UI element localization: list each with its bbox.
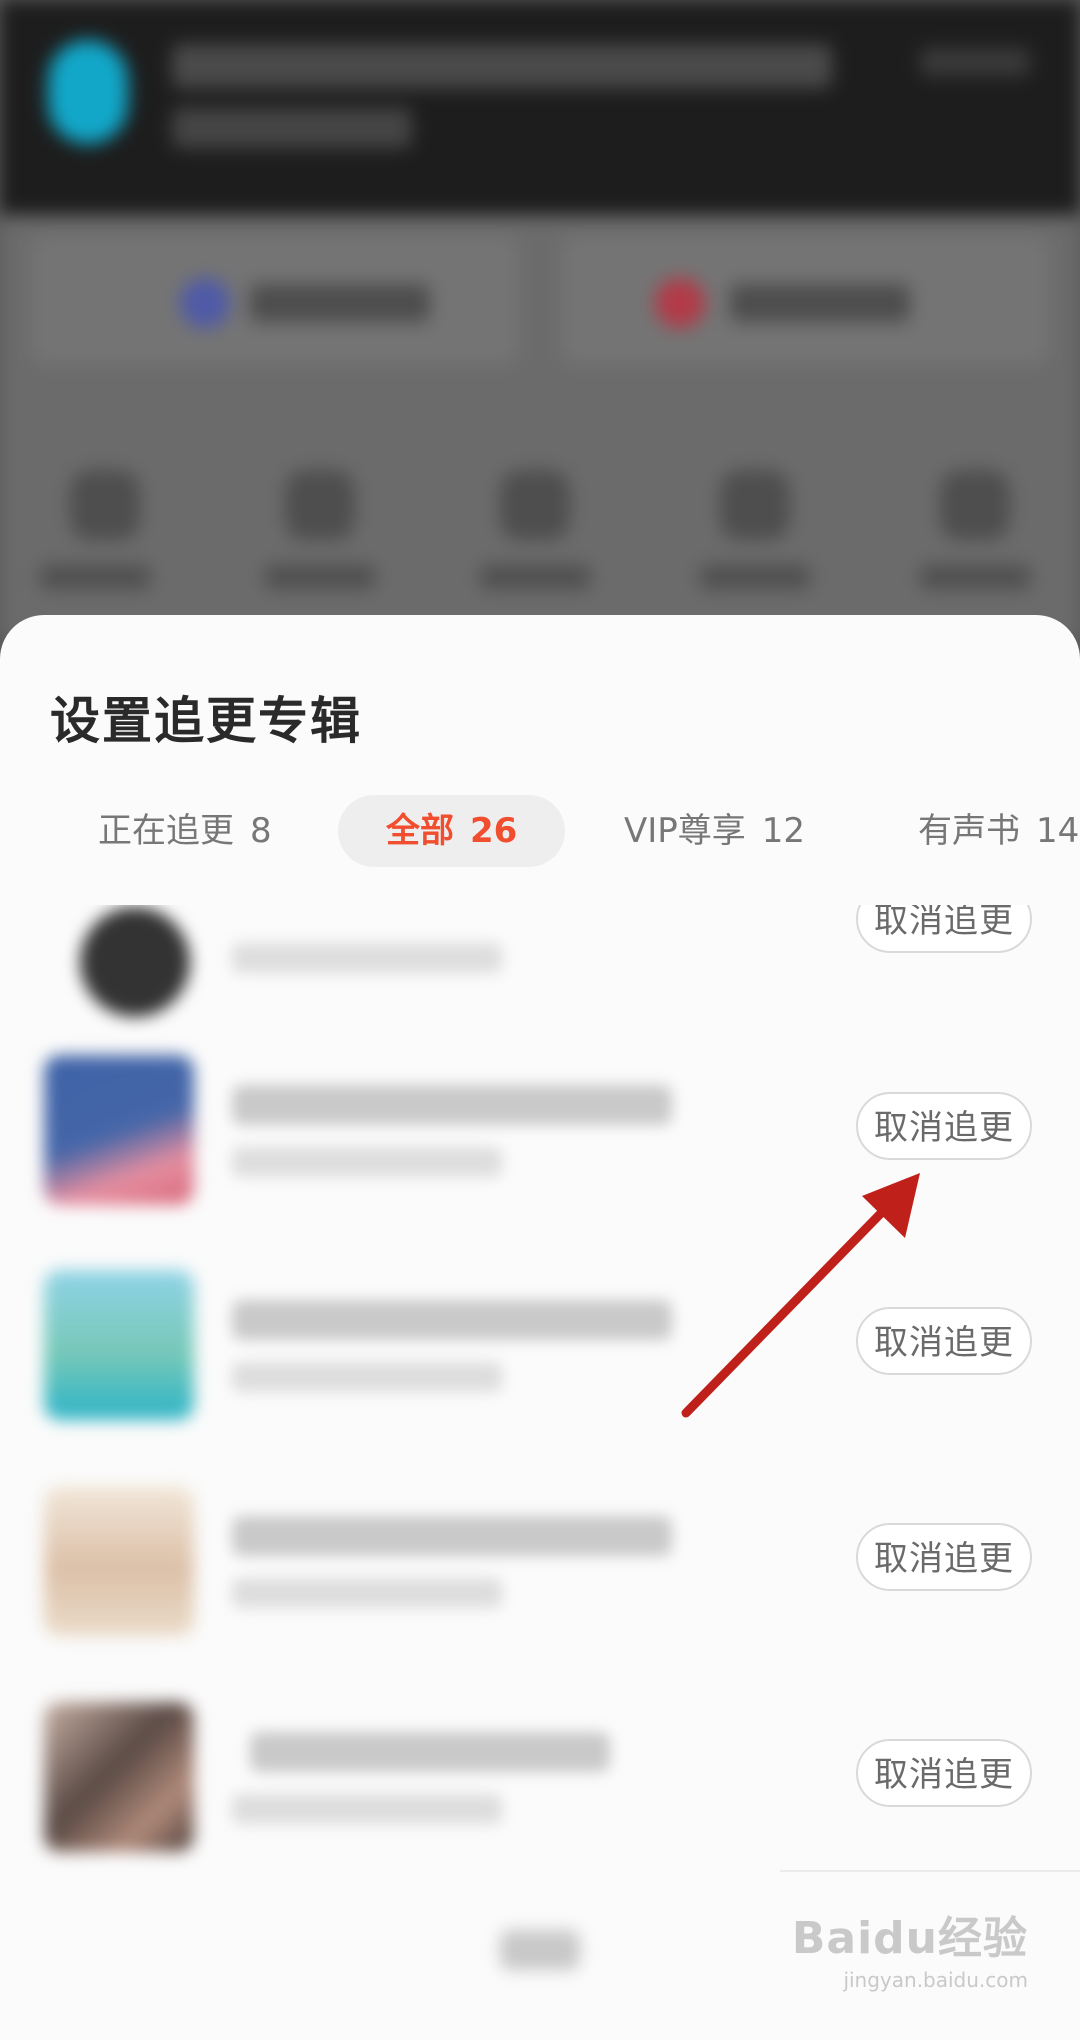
album-cover [44,1270,194,1420]
background-corner-text [920,48,1030,76]
background-menu-icon [500,470,570,540]
tab-count: 14 [1036,811,1080,851]
background-title [172,44,832,88]
background-header [0,0,1080,215]
album-cover [44,1055,194,1205]
album-meta [232,943,502,973]
album-meta [232,1794,502,1824]
album-cover [44,1486,194,1636]
list-item: 取消追更 [0,1035,1080,1251]
background-logo-icon [48,40,128,144]
album-title [250,1732,610,1772]
background-chip-icon [655,278,705,328]
list-item: 取消追更 [0,1250,1080,1466]
background-chip-label [730,284,910,322]
background-menu-label [480,565,590,589]
unfollow-button[interactable]: 取消追更 [856,1307,1032,1375]
filter-tabs: 正在追更 8 全部 26 VIP尊享 12 有声书 14 [0,795,1080,867]
tab-audiobook[interactable]: 有声书 14 [918,795,1079,867]
tab-label: VIP尊享 [624,811,746,851]
tab-count: 12 [761,811,806,851]
background-subtitle [172,108,412,148]
watermark-url: jingyan.baidu.com [843,1968,1028,1992]
tab-all[interactable]: 全部 26 [338,795,566,867]
unfollow-button[interactable]: 取消追更 [856,1739,1032,1807]
background-app [0,0,1080,640]
tab-label: 正在追更 [98,811,234,851]
follow-settings-sheet: 设置追更专辑 正在追更 8 全部 26 VIP尊享 12 有声书 14 取消追更 取消追… [0,615,1080,2040]
bottom-action[interactable] [500,1930,580,1970]
album-cover [80,907,190,1017]
watermark-brand: Baidu经验 [791,1913,1028,1964]
background-menu-icon [940,470,1010,540]
album-title [232,1085,672,1125]
background-menu-icon [720,470,790,540]
unfollow-button[interactable]: 取消追更 [856,905,1032,953]
background-chip-label [250,284,430,322]
album-meta [232,1147,502,1177]
album-meta [232,1362,502,1392]
unfollow-button[interactable]: 取消追更 [856,1523,1032,1591]
background-menu-label [40,565,150,589]
album-cover [44,1702,194,1852]
baidu-watermark: Baidu经验 jingyan.baidu.com [792,1902,1028,1992]
tab-label: 有声书 [918,811,1020,851]
tab-following[interactable]: 正在追更 8 [98,795,272,867]
background-menu-label [920,565,1030,589]
list-item: 取消追更 [0,1682,1080,1898]
background-menu-icon [70,470,140,540]
album-title [232,1516,672,1556]
tab-label: 全部 [386,811,454,851]
album-list: 取消追更 取消追更 取消追更 取消追更 取消追更 [0,905,1080,1955]
background-menu-icon [285,470,355,540]
background-menu-label [700,565,810,589]
divider [780,1870,1080,1872]
unfollow-button[interactable]: 取消追更 [856,1092,1032,1160]
tab-count: 8 [250,811,272,851]
list-item: 取消追更 [0,1466,1080,1682]
album-title [232,1300,672,1340]
tab-vip[interactable]: VIP尊享 12 [624,795,805,867]
background-menu-label [265,565,375,589]
tab-count: 26 [470,811,518,851]
album-meta [232,1578,502,1608]
sheet-title: 设置追更专辑 [50,692,362,750]
background-chip-icon [180,278,230,328]
